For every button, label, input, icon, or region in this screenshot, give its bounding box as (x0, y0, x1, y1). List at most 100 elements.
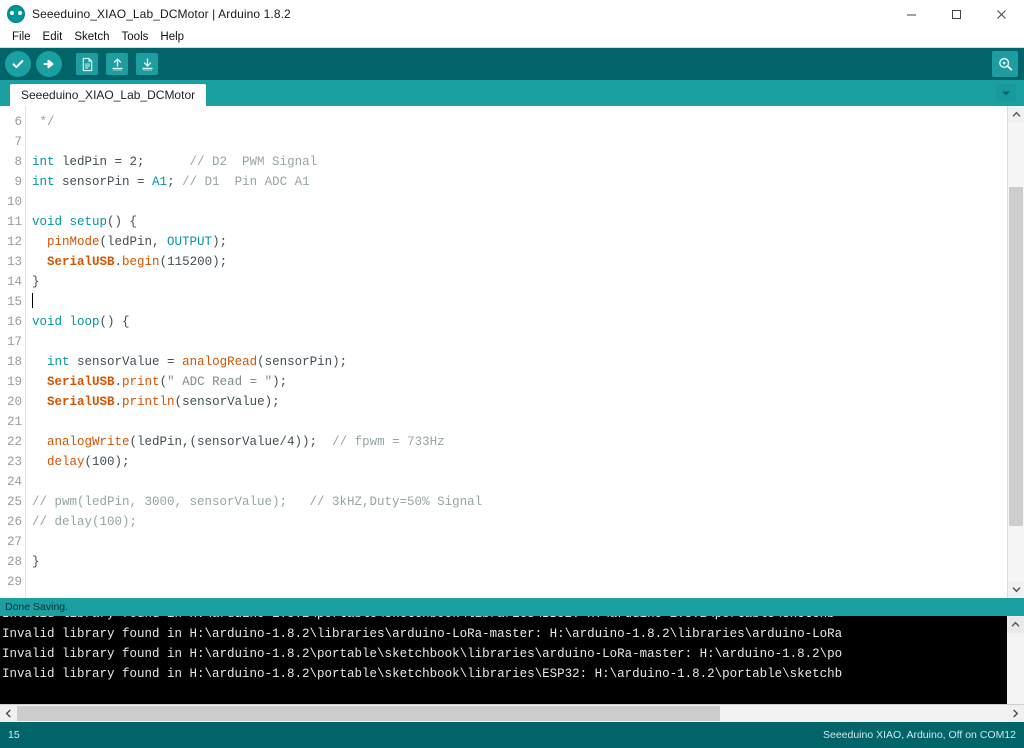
code-token: // fpwm = 733Hz (332, 435, 445, 449)
console-text: Invalid library found in H:\arduino-1.8.… (0, 616, 1007, 704)
scroll-up-button[interactable] (1008, 106, 1024, 123)
code-line: int sensorPin = A1; // D1 Pin ADC A1 (32, 172, 1007, 192)
line-number: 27 (6, 535, 22, 549)
code-token: . (114, 255, 123, 269)
console-scroll-up-button[interactable] (1007, 616, 1024, 633)
save-sketch-button[interactable] (136, 53, 158, 75)
console-vertical-scrollbar[interactable] (1007, 616, 1024, 704)
code-line: delay(100); (32, 452, 1007, 472)
line-number: 16 (6, 315, 22, 329)
text-caret (32, 293, 33, 308)
code-token: (sensorValue); (174, 395, 280, 409)
menu-item-file[interactable]: File (6, 28, 37, 47)
tab-menu-button[interactable] (996, 84, 1016, 102)
new-sketch-button[interactable] (76, 53, 98, 75)
code-line: */ (32, 112, 1007, 132)
code-token: . (114, 395, 123, 409)
scroll-left-button[interactable] (0, 705, 17, 722)
chevron-left-icon (5, 709, 11, 718)
console-scroll-track[interactable] (1007, 633, 1024, 704)
menu-item-help[interactable]: Help (154, 28, 190, 47)
serial-monitor-button[interactable] (992, 51, 1018, 77)
code-token: () { (107, 215, 138, 229)
code-token: */ (32, 115, 55, 129)
code-token: delay (47, 455, 85, 469)
code-token: analogWrite (47, 435, 130, 449)
console-line: Invalid library found in H:\arduino-1.8.… (2, 647, 843, 661)
sketch-tab-label: Seeeduino_XIAO_Lab_DCMotor (21, 88, 196, 102)
line-number: 7 (14, 135, 22, 149)
code-token: void (32, 215, 63, 229)
code-token: begin (122, 255, 160, 269)
line-number: 17 (6, 335, 22, 349)
maximize-button[interactable] (934, 0, 979, 28)
window-title: Seeeduino_XIAO_Lab_DCMotor | Arduino 1.8… (32, 7, 291, 21)
window-controls (889, 0, 1024, 28)
code-token: // D1 Pin ADC A1 (182, 175, 310, 189)
line-number: 21 (6, 415, 22, 429)
menu-item-edit[interactable]: Edit (37, 28, 69, 47)
chevron-down-icon (1002, 91, 1010, 95)
toolbar (0, 48, 1024, 80)
scroll-right-button[interactable] (1007, 705, 1024, 722)
code-token: (sensorPin); (257, 355, 348, 369)
code-token: SerialUSB (47, 395, 115, 409)
line-number: 13 (6, 255, 22, 269)
code-line: SerialUSB.begin(115200); (32, 252, 1007, 272)
code-text[interactable]: */int ledPin = 2; // D2 PWM Signal int se… (26, 106, 1007, 598)
code-token: pinMode (47, 235, 100, 249)
line-number: 26 (6, 515, 22, 529)
open-sketch-button[interactable] (106, 53, 128, 75)
scroll-track[interactable] (1008, 123, 1024, 581)
code-token: (115200); (159, 255, 228, 269)
line-number: 22 (6, 435, 22, 449)
code-token: int (32, 175, 55, 189)
code-token: int (47, 355, 70, 369)
upload-button[interactable] (36, 51, 62, 77)
code-token: print (122, 375, 160, 389)
code-token: setup (69, 215, 108, 229)
arduino-ide-window: Seeeduino_XIAO_Lab_DCMotor | Arduino 1.8… (0, 0, 1024, 748)
code-token: () { (99, 315, 130, 329)
code-line: SerialUSB.println(sensorValue); (32, 392, 1007, 412)
close-button[interactable] (979, 0, 1024, 28)
code-token: analogRead (182, 355, 258, 369)
hscroll-track[interactable] (17, 705, 1007, 722)
code-token: int (32, 155, 55, 169)
code-token: println (122, 395, 175, 409)
chevron-down-icon (1011, 587, 1021, 593)
minimize-button[interactable] (889, 0, 934, 28)
line-number: 29 (6, 575, 22, 589)
line-number: 15 (6, 295, 22, 309)
code-editor[interactable]: 6 7 8 9 10 11 12 13 14 15 16 17 18 19 20 21 22 23 24 25 26 27… (0, 106, 1007, 598)
menu-item-tools[interactable]: Tools (116, 28, 155, 47)
editor-vertical-scrollbar[interactable] (1007, 106, 1024, 598)
console-horizontal-scrollbar[interactable] (0, 704, 1024, 722)
verify-button[interactable] (5, 51, 31, 77)
code-token: ; (167, 175, 183, 189)
code-token: ); (212, 235, 228, 249)
line-number: 28 (6, 555, 22, 569)
console-output[interactable]: Invalid library found in H:\arduino-1.8.… (0, 616, 1024, 704)
tab-bar: Seeeduino_XIAO_Lab_DCMotor (0, 80, 1024, 106)
scroll-thumb[interactable] (1009, 187, 1023, 527)
hscroll-thumb[interactable] (17, 706, 720, 721)
menu-item-sketch[interactable]: Sketch (68, 28, 115, 47)
scroll-down-button[interactable] (1008, 581, 1024, 598)
status-message: Done Saving. (0, 598, 1024, 616)
chevron-up-icon (1011, 111, 1021, 117)
line-number-gutter: 6 7 8 9 10 11 12 13 14 15 16 17 18 19 20 21 22 23 24 25 26 27… (0, 106, 26, 598)
code-line: void loop() { (32, 312, 1007, 332)
code-line: int sensorValue = analogRead(sensorPin); (32, 352, 1007, 372)
sketch-tab[interactable]: Seeeduino_XIAO_Lab_DCMotor (10, 84, 207, 106)
code-line: // delay(100); (32, 512, 1007, 532)
console-line: Invalid library found in H:\arduino-1.8.… (2, 616, 1007, 624)
arrow-right-icon (43, 59, 54, 69)
